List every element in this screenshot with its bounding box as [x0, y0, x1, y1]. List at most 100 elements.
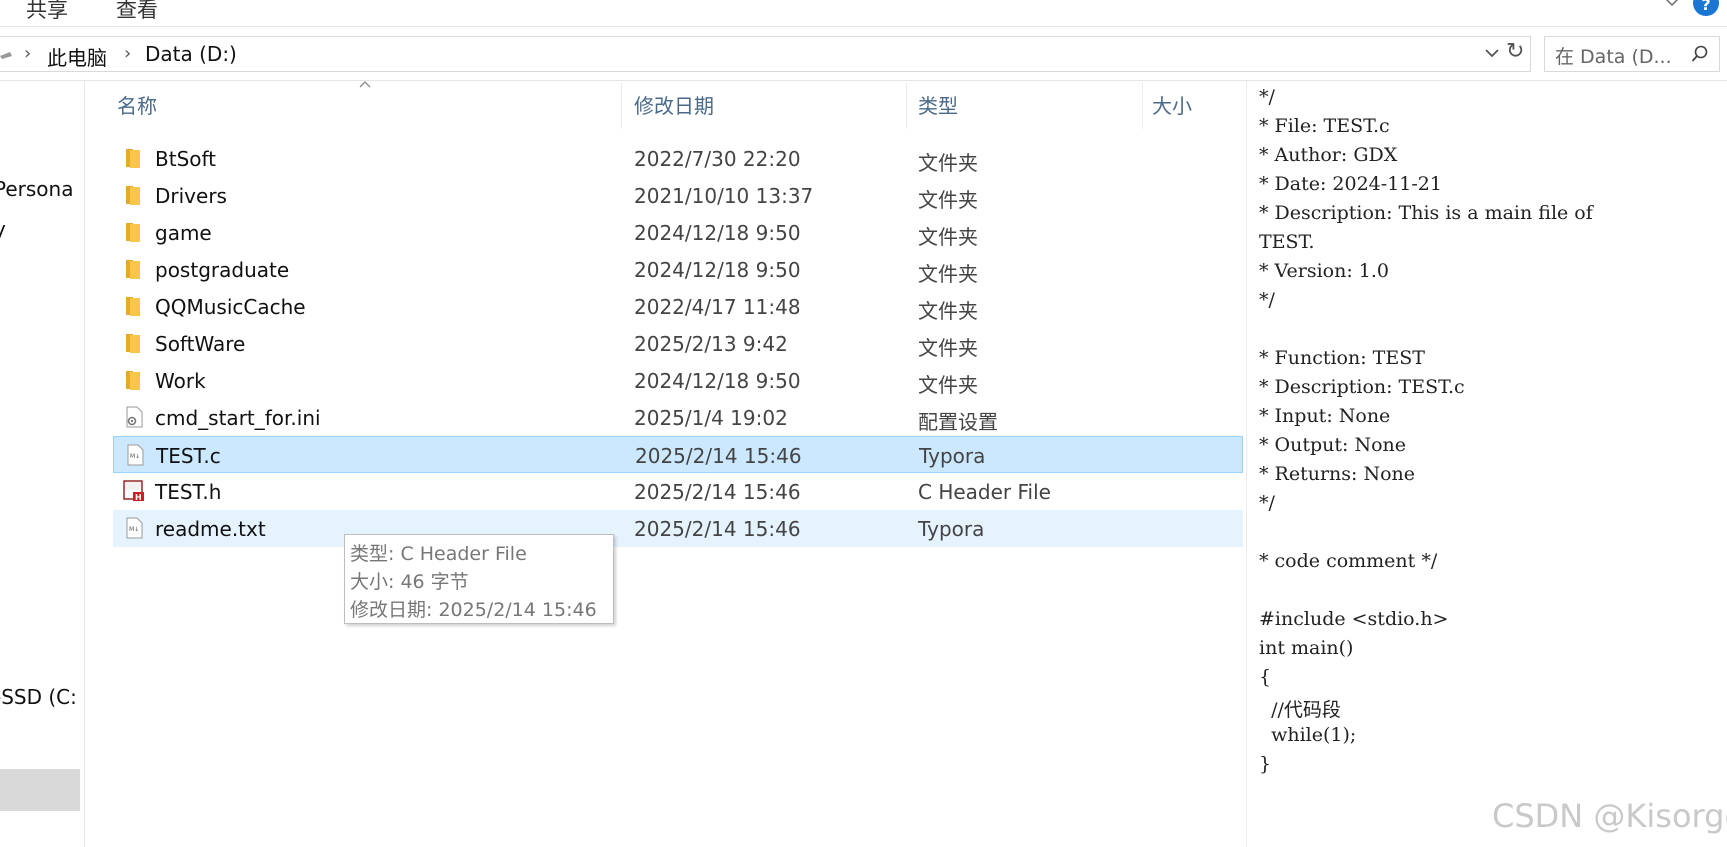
file-date: 2022/7/30 22:20: [634, 147, 801, 171]
code-line: while(1);: [1259, 724, 1357, 746]
svg-text:M↓: M↓: [130, 453, 140, 460]
file-name: QQMusicCache: [155, 295, 306, 319]
code-line: * Input: None: [1259, 405, 1391, 427]
search-placeholder: 在 Data (D...: [1555, 46, 1672, 68]
breadcrumb-chevron-icon[interactable]: ›: [124, 43, 131, 64]
code-line: * Date: 2024-11-21: [1259, 173, 1442, 195]
file-row[interactable]: BtSoft 2022/7/30 22:20 文件夹: [113, 140, 1243, 177]
code-line: * Author: GDX: [1259, 144, 1398, 166]
column-header-size[interactable]: 大小: [1152, 90, 1192, 119]
breadcrumb-chevron-icon[interactable]: ›: [24, 43, 31, 64]
tooltip-modified: 修改日期: 2025/2/14 15:46: [350, 599, 597, 621]
code-line: TEST.: [1259, 231, 1315, 253]
file-row-hover[interactable]: M↓ readme.txt 2025/2/14 15:46 Typora: [113, 510, 1243, 547]
file-type: Typora: [919, 444, 986, 468]
folder-icon: [126, 334, 140, 353]
nav-item-personal[interactable]: Persona: [0, 177, 73, 201]
file-type: Typora: [918, 517, 985, 541]
help-icon[interactable]: ?: [1693, 0, 1719, 16]
nav-item-ssd-drive[interactable]: -SSD (C:: [0, 685, 77, 709]
file-row[interactable]: Work 2024/12/18 9:50 文件夹: [113, 362, 1243, 399]
file-name: TEST.c: [156, 444, 221, 468]
file-name: BtSoft: [155, 147, 217, 171]
ribbon: 共享 查看 ?: [0, 0, 1727, 27]
file-row[interactable]: game 2024/12/18 9:50 文件夹: [113, 214, 1243, 251]
column-header-type[interactable]: 类型: [918, 90, 958, 119]
config-file-icon: [126, 406, 143, 428]
markdown-file-icon: M↓: [126, 517, 143, 539]
file-row[interactable]: SoftWare 2025/2/13 9:42 文件夹: [113, 325, 1243, 362]
sort-ascending-icon: [359, 81, 371, 88]
file-name: game: [155, 221, 212, 245]
code-line: * Description: This is a main file of: [1259, 202, 1593, 224]
file-date: 2024/12/18 9:50: [634, 221, 801, 245]
code-line: */: [1259, 289, 1275, 311]
file-row[interactable]: postgraduate 2024/12/18 9:50 文件夹: [113, 251, 1243, 288]
file-row[interactable]: H TEST.h 2025/2/14 15:46 C Header File: [113, 473, 1243, 510]
code-line: * Description: TEST.c: [1259, 376, 1465, 398]
code-line: * Function: TEST: [1259, 347, 1425, 369]
file-row[interactable]: Drivers 2021/10/10 13:37 文件夹: [113, 177, 1243, 214]
column-header-date[interactable]: 修改日期: [634, 90, 714, 119]
file-row[interactable]: QQMusicCache 2022/4/17 11:48 文件夹: [113, 288, 1243, 325]
folder-icon: [126, 297, 140, 316]
search-icon[interactable]: [1691, 45, 1709, 63]
drive-icon: [0, 52, 12, 59]
file-date: 2025/2/14 15:46: [634, 517, 801, 541]
file-date: 2025/2/13 9:42: [634, 332, 788, 356]
file-name: Work: [155, 369, 206, 393]
file-date: 2025/2/14 15:46: [634, 480, 801, 504]
refresh-icon[interactable]: ↻: [1506, 39, 1524, 64]
file-date: 2024/12/18 9:50: [634, 369, 801, 393]
file-type: C Header File: [918, 480, 1051, 504]
file-name: TEST.h: [155, 480, 222, 504]
file-date: 2021/10/10 13:37: [634, 184, 814, 208]
file-row-selected[interactable]: M↓ TEST.c 2025/2/14 15:46 Typora: [113, 436, 1243, 473]
code-line: * Returns: None: [1259, 463, 1416, 485]
file-date: 2024/12/18 9:50: [634, 258, 801, 282]
file-row[interactable]: cmd_start_for.ini 2025/1/4 19:02 配置设置: [113, 399, 1243, 436]
file-date: 2025/2/14 15:46: [635, 444, 802, 468]
folder-icon: [126, 260, 140, 279]
column-header-name[interactable]: 名称: [117, 90, 157, 119]
folder-icon: [126, 186, 140, 205]
folder-icon: [126, 149, 140, 168]
folder-icon: [126, 371, 140, 390]
file-type: 文件夹: [918, 373, 978, 397]
column-divider[interactable]: [1142, 83, 1143, 129]
tooltip-size: 大小: 46 字节: [350, 571, 469, 593]
preview-pane[interactable]: */ * File: TEST.c * Author: GDX * Date: 202…: [1246, 81, 1727, 847]
file-date: 2022/4/17 11:48: [634, 295, 801, 319]
file-type: 文件夹: [918, 262, 978, 286]
code-line: #include <stdio.h>: [1259, 608, 1449, 630]
svg-text:M↓: M↓: [129, 526, 139, 533]
code-line: */: [1259, 86, 1275, 108]
ribbon-tab-share[interactable]: 共享: [26, 0, 68, 24]
c-header-file-icon: H: [123, 480, 144, 502]
code-line: * Version: 1.0: [1259, 260, 1390, 282]
file-name: readme.txt: [155, 517, 266, 541]
code-line: int main(): [1259, 637, 1354, 659]
code-line: //代码段: [1259, 699, 1341, 721]
file-type: 文件夹: [918, 188, 978, 212]
breadcrumb-data-drive[interactable]: Data (D:): [145, 42, 237, 66]
svg-text:H: H: [135, 493, 142, 502]
file-date: 2025/1/4 19:02: [634, 406, 788, 430]
file-type: 配置设置: [918, 410, 998, 434]
file-name: postgraduate: [155, 258, 290, 282]
code-line: * Output: None: [1259, 434, 1407, 456]
folder-icon: [126, 223, 140, 242]
navigation-pane: Persona y -SSD (C:: [0, 81, 85, 847]
column-divider[interactable]: [621, 83, 622, 129]
chevron-down-icon[interactable]: [1663, 0, 1681, 10]
ribbon-tab-view[interactable]: 查看: [116, 0, 158, 24]
nav-item-selected[interactable]: [0, 769, 80, 811]
breadcrumb-this-pc[interactable]: 此电脑: [47, 42, 107, 71]
address-history-chevron-icon[interactable]: [1484, 45, 1500, 61]
search-input[interactable]: 在 Data (D...: [1544, 36, 1720, 72]
address-bar[interactable]: › 此电脑 › Data (D:) ↻: [0, 36, 1531, 72]
tooltip-type: 类型: C Header File: [350, 543, 527, 565]
code-line: {: [1259, 666, 1272, 688]
column-divider[interactable]: [906, 83, 907, 129]
nav-item-y[interactable]: y: [0, 217, 6, 241]
